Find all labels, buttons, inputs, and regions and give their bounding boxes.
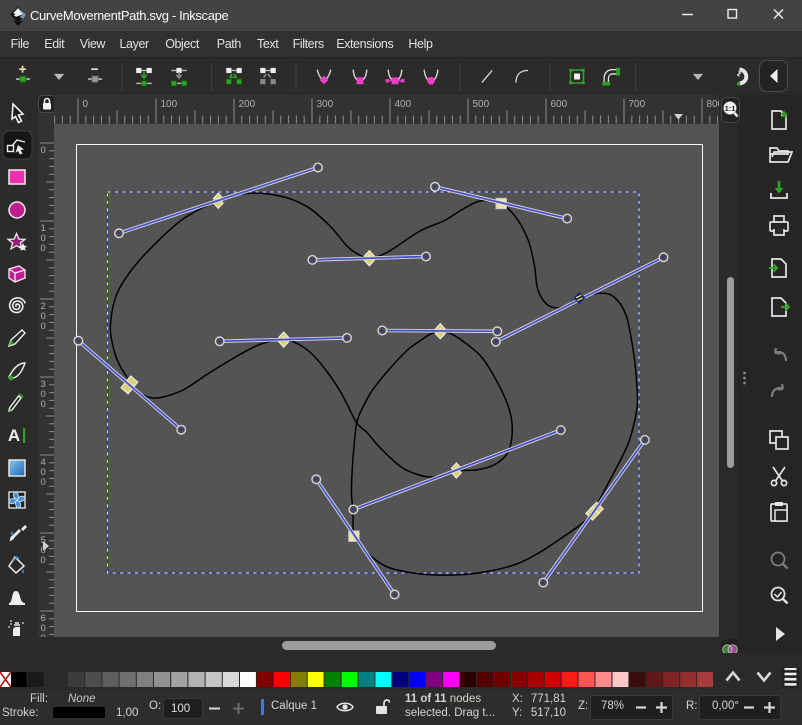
svg-text:0: 0 xyxy=(41,243,46,254)
svg-text:0: 0 xyxy=(41,633,46,637)
svg-text:0: 0 xyxy=(41,145,46,156)
svg-text:600: 600 xyxy=(551,99,568,110)
svg-text:700: 700 xyxy=(629,99,646,110)
svg-text:300: 300 xyxy=(317,99,334,110)
svg-text:0: 0 xyxy=(83,99,89,110)
svg-text:100: 100 xyxy=(161,99,178,110)
svg-text:1:1: 1:1 xyxy=(725,104,736,113)
svg-text:0: 0 xyxy=(41,321,46,332)
svg-text:400: 400 xyxy=(395,99,412,110)
svg-text:A: A xyxy=(8,426,20,445)
svg-text:800: 800 xyxy=(707,99,720,110)
svg-text:200: 200 xyxy=(239,99,256,110)
svg-text:0: 0 xyxy=(41,477,46,488)
svg-text:0: 0 xyxy=(41,555,46,566)
svg-text:0: 0 xyxy=(41,399,46,410)
svg-text:500: 500 xyxy=(473,99,490,110)
